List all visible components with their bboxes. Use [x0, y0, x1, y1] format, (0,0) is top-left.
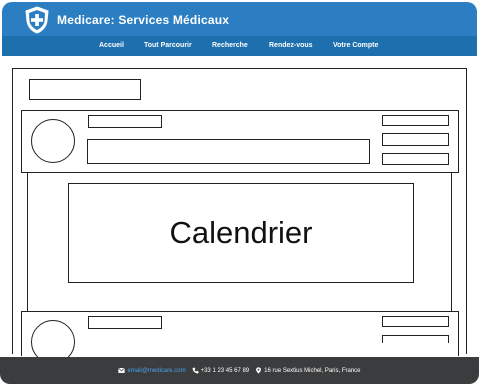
nav-item-votre-compte[interactable]: Votre Compte [333, 42, 378, 49]
footer-phone: +33 1 23 45 67 89 [200, 367, 250, 374]
page-title-placeholder [29, 79, 141, 100]
divider [451, 173, 452, 311]
details-placeholder [87, 139, 370, 164]
phone-icon [192, 367, 199, 374]
action-button-placeholder[interactable] [382, 133, 449, 146]
envelope-icon [118, 367, 126, 373]
footer-address: 16 rue Sextius Michel, Paris, France [264, 367, 361, 374]
footer-email-link[interactable]: email@medicare.com [127, 368, 185, 374]
name-placeholder [88, 115, 162, 128]
action-button-placeholder[interactable] [382, 153, 449, 165]
site-header: Medicare: Services Médicaux [2, 2, 477, 36]
divider [27, 173, 28, 311]
nav-item-rendez-vous[interactable]: Rendez-vous [269, 42, 313, 49]
avatar-placeholder [31, 119, 75, 163]
shield-cross-icon[interactable] [24, 6, 50, 34]
site-footer: email@medicare.com +33 1 23 45 67 89 16 … [0, 357, 479, 384]
calendar-panel[interactable]: Calendrier [68, 183, 414, 283]
nav-item-tout-parcourir[interactable]: Tout Parcourir [144, 42, 192, 49]
action-button-placeholder[interactable] [382, 335, 449, 343]
main-nav: Accueil Tout Parcourir Recherche Rendez-… [2, 36, 477, 56]
site-title[interactable]: Medicare: Services Médicaux [57, 13, 229, 27]
action-button-placeholder[interactable] [382, 115, 449, 126]
calendar-label: Calendrier [169, 215, 313, 250]
map-marker-icon [256, 367, 262, 374]
nav-item-recherche[interactable]: Recherche [212, 42, 248, 49]
name-placeholder [88, 316, 162, 329]
nav-item-accueil[interactable]: Accueil [99, 42, 124, 49]
page: Medicare: Services Médicaux Accueil Tout… [0, 0, 479, 384]
action-button-placeholder[interactable] [382, 316, 449, 327]
